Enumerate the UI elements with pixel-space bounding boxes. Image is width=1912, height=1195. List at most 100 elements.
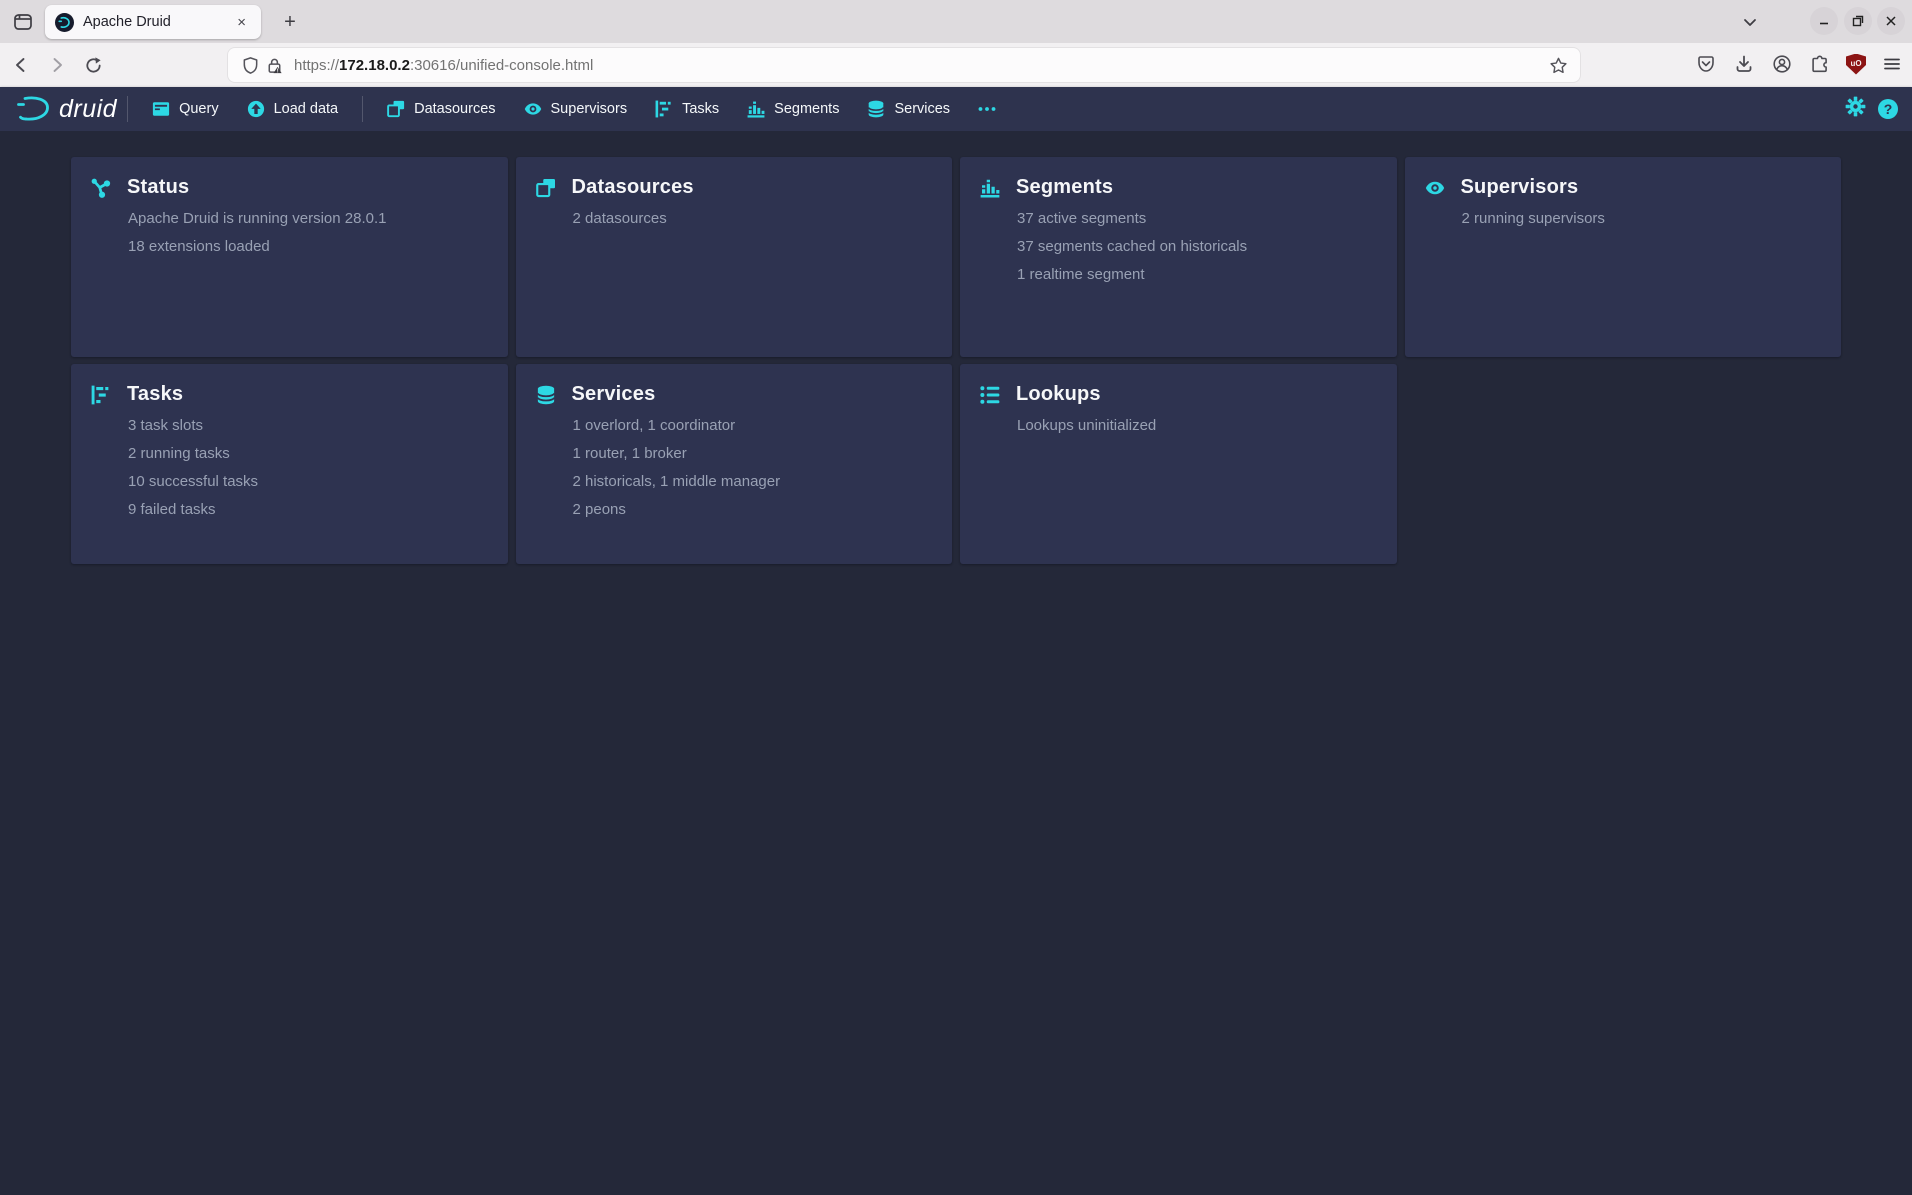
list-tabs-chevron-icon[interactable] — [1738, 10, 1762, 34]
nav-item-supervisors[interactable]: Supervisors — [510, 87, 642, 131]
bookmark-star-icon[interactable] — [1546, 53, 1570, 77]
card-datasources[interactable]: Datasources 2 datasources — [516, 157, 953, 357]
card-supervisors[interactable]: Supervisors 2 running supervisors — [1405, 157, 1842, 357]
nav-item-services[interactable]: Services — [853, 87, 964, 131]
nav-item-tasks[interactable]: Tasks — [641, 87, 733, 131]
brand-name: druid — [59, 95, 117, 124]
gantt-chart-icon — [91, 385, 111, 405]
nav-divider — [362, 96, 363, 122]
window-minimize-button[interactable] — [1810, 7, 1838, 35]
nav-item-label: Segments — [774, 101, 839, 117]
card-line: Lookups uninitialized — [1017, 412, 1156, 440]
status-cards-grid: Status Apache Druid is running version 2… — [71, 157, 1841, 564]
multi-select-icon — [387, 100, 405, 118]
card-line: 1 overlord, 1 coordinator — [573, 412, 781, 440]
url-host: 172.18.0.2 — [339, 57, 410, 74]
druid-logo[interactable]: druid — [16, 95, 117, 124]
card-segments[interactable]: Segments 37 active segments 37 segments … — [960, 157, 1397, 357]
nav-item-label: Query — [179, 101, 219, 117]
card-line: 2 peons — [573, 496, 781, 524]
card-body: 2 running supervisors — [1462, 205, 1605, 233]
browser-tabstrip: Apache Druid × + — [0, 0, 1912, 43]
tab-close-icon[interactable]: × — [232, 12, 251, 33]
eye-icon — [524, 100, 542, 118]
card-line: 18 extensions loaded — [128, 233, 387, 261]
card-services[interactable]: Services 1 overlord, 1 coordinator 1 rou… — [516, 364, 953, 564]
browser-tab-active[interactable]: Apache Druid × — [45, 5, 261, 39]
lock-warning-icon[interactable] — [262, 53, 286, 77]
gantt-chart-icon — [655, 100, 673, 118]
database-icon — [536, 385, 556, 405]
ublock-origin-icon[interactable]: uO — [1846, 54, 1866, 75]
card-lookups[interactable]: Lookups Lookups uninitialized — [960, 364, 1397, 564]
tab-title: Apache Druid — [83, 14, 232, 30]
card-line: 1 realtime segment — [1017, 261, 1247, 289]
multi-select-icon — [536, 178, 556, 198]
eye-icon — [1425, 178, 1445, 198]
card-title: Status — [127, 176, 189, 199]
firefox-view-icon[interactable] — [12, 11, 34, 33]
card-line: 1 router, 1 broker — [573, 440, 781, 468]
card-line: 2 running supervisors — [1462, 205, 1605, 233]
bar-chart-icon — [980, 178, 1000, 198]
url-bar[interactable]: https://172.18.0.2:30616/unified-console… — [228, 48, 1580, 82]
card-line: 37 active segments — [1017, 205, 1247, 233]
card-title: Segments — [1016, 176, 1113, 199]
screen: Apache Druid × + — [0, 0, 1912, 1195]
nav-divider — [127, 96, 128, 122]
url-scheme: https:// — [294, 57, 339, 74]
bar-chart-icon — [747, 100, 765, 118]
shield-permissions-icon[interactable] — [238, 53, 262, 77]
window-close-button[interactable] — [1877, 7, 1905, 35]
nav-item-label: Services — [894, 101, 950, 117]
card-body: Apache Druid is running version 28.0.1 1… — [128, 205, 387, 261]
card-body: 2 datasources — [573, 205, 667, 233]
forward-icon[interactable] — [44, 52, 70, 78]
reload-icon[interactable] — [80, 52, 106, 78]
help-icon[interactable]: ? — [1878, 99, 1898, 119]
database-icon — [867, 100, 885, 118]
card-title: Services — [572, 383, 656, 406]
card-body: Lookups uninitialized — [1017, 412, 1156, 440]
nav-item-segments[interactable]: Segments — [733, 87, 853, 131]
nav-item-label: Load data — [274, 101, 339, 117]
extensions-puzzle-icon[interactable] — [1808, 52, 1832, 76]
menu-hamburger-icon[interactable] — [1880, 52, 1904, 76]
card-line: Apache Druid is running version 28.0.1 — [128, 205, 387, 233]
downloads-icon[interactable] — [1732, 52, 1756, 76]
nav-item-label: Tasks — [682, 101, 719, 117]
back-icon[interactable] — [8, 52, 34, 78]
url-text[interactable]: https://172.18.0.2:30616/unified-console… — [294, 57, 1546, 74]
new-tab-button[interactable]: + — [276, 8, 304, 36]
card-title: Supervisors — [1461, 176, 1579, 199]
account-icon[interactable] — [1770, 52, 1794, 76]
nav-item-query[interactable]: Query — [138, 87, 233, 131]
card-line: 2 historicals, 1 middle manager — [573, 468, 781, 496]
nav-item-label: Supervisors — [551, 101, 628, 117]
nav-item-label: Datasources — [414, 101, 495, 117]
druid-favicon — [55, 13, 74, 32]
properties-list-icon — [980, 385, 1000, 405]
console-home: Status Apache Druid is running version 2… — [0, 131, 1912, 1195]
nav-item-load-data[interactable]: Load data — [233, 87, 353, 131]
more-ellipsis-icon — [978, 100, 996, 118]
card-title: Tasks — [127, 383, 183, 406]
settings-gear-icon[interactable] — [1845, 96, 1866, 122]
card-body: 1 overlord, 1 coordinator 1 router, 1 br… — [573, 412, 781, 524]
url-path: :30616/unified-console.html — [410, 57, 593, 74]
browser-toolbar: https://172.18.0.2:30616/unified-console… — [0, 43, 1912, 87]
window-restore-button[interactable] — [1844, 7, 1872, 35]
druid-navbar: druid Query Load data Datasources Superv… — [0, 87, 1912, 131]
card-line: 2 datasources — [573, 205, 667, 233]
ublock-label: uO — [1846, 54, 1866, 75]
card-status[interactable]: Status Apache Druid is running version 2… — [71, 157, 508, 357]
card-body: 3 task slots 2 running tasks 10 successf… — [128, 412, 258, 524]
nav-more-button[interactable] — [964, 87, 1010, 131]
nav-item-datasources[interactable]: Datasources — [373, 87, 509, 131]
card-tasks[interactable]: Tasks 3 task slots 2 running tasks 10 su… — [71, 364, 508, 564]
card-line: 9 failed tasks — [128, 496, 258, 524]
card-line: 2 running tasks — [128, 440, 258, 468]
nav-right-icons: ? — [1845, 96, 1898, 122]
upload-circle-icon — [247, 100, 265, 118]
pocket-icon[interactable] — [1694, 52, 1718, 76]
